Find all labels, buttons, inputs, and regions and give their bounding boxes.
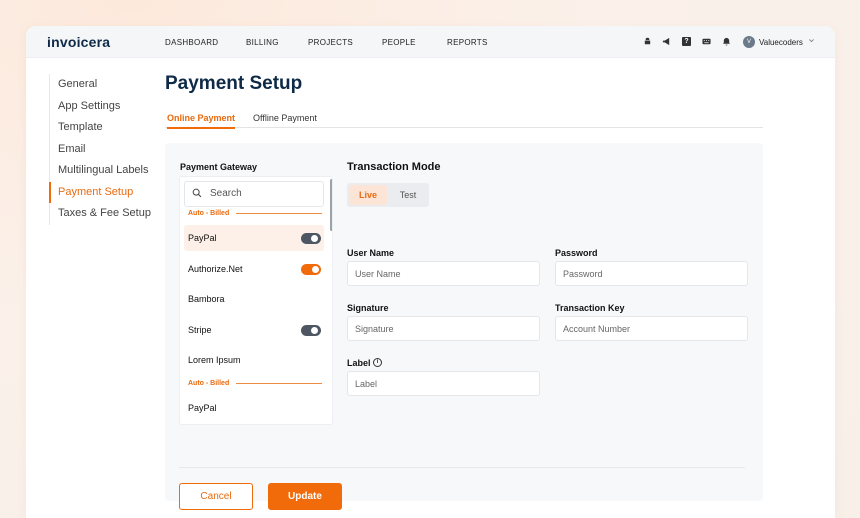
nav-reports[interactable]: REPORTS: [447, 38, 488, 47]
megaphone-icon[interactable]: [662, 37, 671, 46]
nav-dashboard[interactable]: DASHBOARD: [165, 38, 218, 47]
keyboard-icon[interactable]: [702, 37, 711, 46]
nav-projects[interactable]: PROJECTS: [308, 38, 353, 47]
settings-sidebar: General App Settings Template Email Mult…: [49, 74, 169, 225]
gateway-item-label: PayPal: [188, 233, 217, 243]
gateway-item-authorize-net[interactable]: Authorize.Net: [184, 256, 324, 282]
password-label: Password: [555, 248, 598, 258]
cancel-button[interactable]: Cancel: [179, 483, 253, 510]
avatar[interactable]: V: [743, 36, 755, 48]
top-nav: invoicera DASHBOARD BILLING PROJECTS PEO…: [26, 26, 835, 58]
gateway-title: Payment Gateway: [180, 162, 258, 172]
section-label-auto-billed: Auto - Billed: [188, 210, 230, 217]
sidebar-item-app-settings[interactable]: App Settings: [50, 96, 169, 118]
gateway-toggle-paypal[interactable]: [301, 233, 321, 244]
gateway-scrollbar[interactable]: [330, 179, 332, 231]
transaction-key-input[interactable]: [555, 316, 748, 341]
signature-label: Signature: [347, 303, 389, 313]
gateway-item-label: Lorem Ipsum: [188, 355, 241, 365]
mode-live-button[interactable]: Live: [349, 185, 387, 205]
gateway-item-stripe[interactable]: Stripe: [184, 317, 324, 343]
info-icon[interactable]: i: [373, 358, 382, 367]
page-title: Payment Setup: [165, 73, 303, 94]
user-name-label: User Name: [347, 248, 395, 258]
mode-test-button[interactable]: Test: [389, 185, 427, 205]
section-label-auto-billed: Auto - Billed: [188, 380, 230, 387]
signature-input[interactable]: [347, 316, 540, 341]
tab-offline-payment[interactable]: Offline Payment: [253, 113, 317, 127]
transaction-mode-toggle: Live Test: [347, 183, 429, 207]
nav-billing[interactable]: BILLING: [246, 38, 279, 47]
help-icon[interactable]: ?: [682, 37, 691, 46]
gateway-item-label: Bambora: [188, 294, 225, 304]
gateway-list[interactable]: Auto - Billed PayPal Authorize.Net Bambo…: [179, 176, 333, 425]
gateway-item-label: PayPal: [188, 403, 217, 413]
section-divider: [236, 383, 322, 384]
payment-panel: Payment Gateway Auto - Billed PayPal Aut…: [165, 143, 763, 510]
gateway-item-label: Stripe: [188, 325, 212, 335]
gateway-item-paypal[interactable]: PayPal: [184, 225, 324, 251]
gateway-item-label: Authorize.Net: [188, 264, 243, 274]
user-name-input[interactable]: [347, 261, 540, 286]
chevron-down-icon[interactable]: [808, 37, 815, 44]
bell-icon[interactable]: [722, 37, 731, 46]
gateway-toggle-authorize-net[interactable]: [301, 264, 321, 275]
sidebar-item-general[interactable]: General: [50, 74, 169, 96]
gateway-item-bambora[interactable]: Bambora: [184, 286, 324, 312]
sidebar-item-multilingual-labels[interactable]: Multilingual Labels: [50, 160, 169, 182]
sidebar-item-template[interactable]: Template: [50, 117, 169, 139]
payment-tabs: Online Payment Offline Payment: [165, 111, 763, 129]
android-icon[interactable]: [643, 37, 652, 46]
transaction-mode-title: Transaction Mode: [347, 161, 441, 173]
transaction-key-label: Transaction Key: [555, 303, 625, 313]
user-name[interactable]: Valuecoders: [759, 38, 803, 47]
search-icon: [192, 188, 202, 198]
nav-people[interactable]: PEOPLE: [382, 38, 416, 47]
sidebar-item-taxes-fee-setup[interactable]: Taxes & Fee Setup: [50, 203, 169, 225]
gateway-item-paypal-2[interactable]: PayPal: [184, 395, 324, 421]
tab-online-payment[interactable]: Online Payment: [167, 113, 236, 129]
update-button[interactable]: Update: [268, 483, 342, 510]
form-divider: [179, 467, 745, 468]
search-input[interactable]: [210, 188, 320, 199]
label-field-label: Label: [347, 358, 371, 368]
app-logo[interactable]: invoicera: [47, 34, 110, 50]
gateway-toggle-stripe[interactable]: [301, 325, 321, 336]
app-window: invoicera DASHBOARD BILLING PROJECTS PEO…: [26, 26, 835, 518]
gateway-search[interactable]: [184, 181, 324, 207]
sidebar-item-email[interactable]: Email: [50, 139, 169, 161]
password-input[interactable]: [555, 261, 748, 286]
sidebar-item-payment-setup[interactable]: Payment Setup: [49, 181, 169, 203]
section-divider: [236, 213, 322, 214]
gateway-item-lorem-ipsum[interactable]: Lorem Ipsum: [184, 347, 324, 373]
label-input[interactable]: [347, 371, 540, 396]
